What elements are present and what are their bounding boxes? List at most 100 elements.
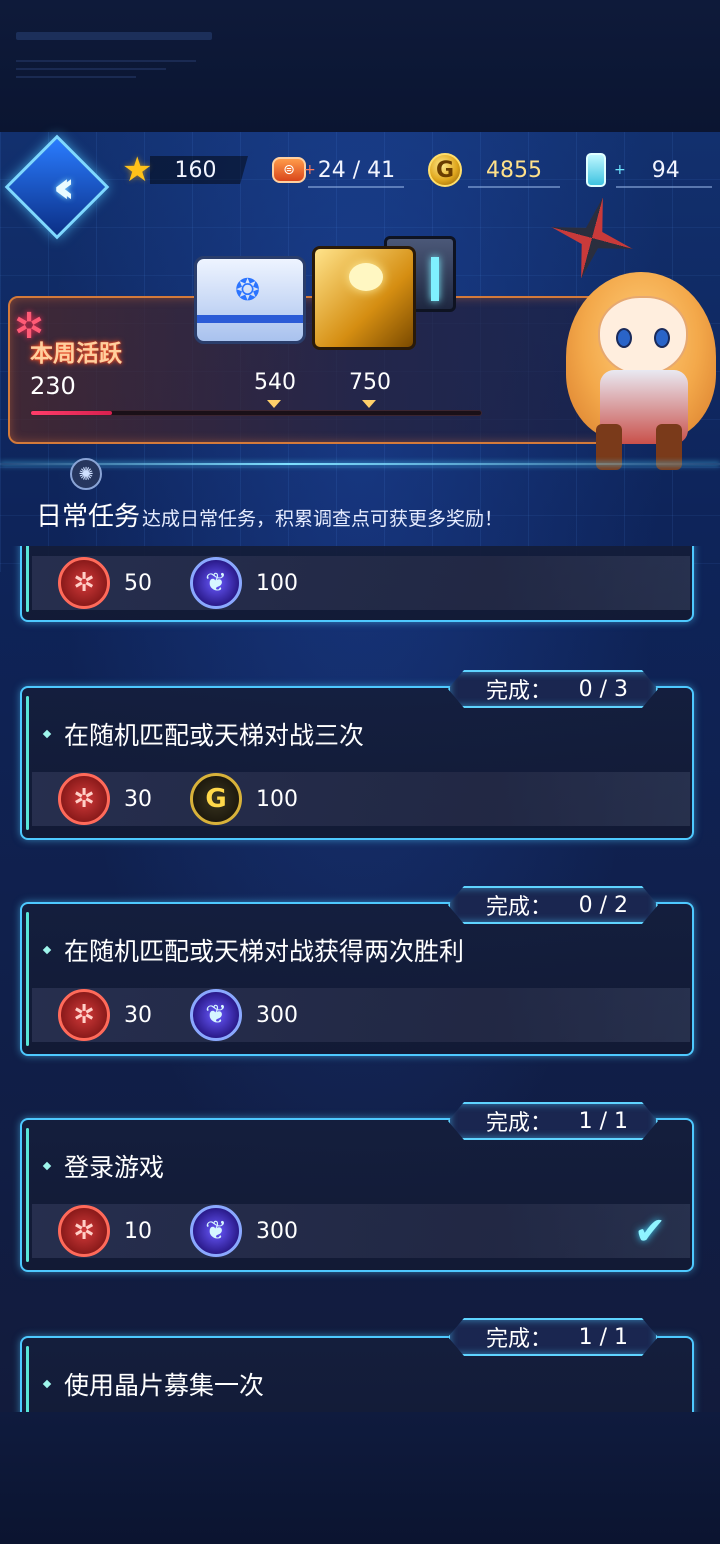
status-value: 0 / 3 — [578, 676, 628, 702]
back-icon[interactable]: ‹‹ — [20, 150, 94, 224]
task-name: 登录游戏 — [64, 1153, 165, 1182]
crystal-icon: ❦ — [190, 557, 242, 609]
reward-strip: ✲ 10 ❦ 300 ✔ — [32, 1204, 690, 1258]
status-value: 1 / 1 — [578, 1108, 628, 1134]
weekly-activity-title: 本周活跃 — [30, 341, 122, 367]
vials-value: 94 — [651, 157, 680, 183]
status-value: 0 / 2 — [578, 892, 628, 918]
gold-coin-icon: G — [190, 773, 242, 825]
task-name: 在随机匹配或天梯对战三次 — [64, 721, 365, 750]
mascot-character — [536, 192, 720, 472]
character-face — [598, 296, 688, 376]
white-reward-chest[interactable]: ❂ — [194, 256, 306, 344]
reward-value: 300 — [256, 1218, 298, 1244]
add-vials-icon[interactable]: + — [614, 162, 626, 178]
task-card: 登录游戏 ✲ 10 ❦ 300 ✔ — [20, 1118, 694, 1272]
reward-item: ✲ 30 — [58, 773, 152, 825]
reward-value: 300 — [256, 1002, 298, 1028]
milestone-label-2: 750 — [349, 370, 391, 395]
task-name-row: 登录游戏 — [42, 1148, 165, 1184]
character-eye — [616, 328, 632, 348]
crystal-icon: ❦ — [190, 989, 242, 1041]
top-decoration-band — [0, 0, 720, 132]
status-tag: 完成： 0 / 3 — [448, 670, 658, 708]
status-label: 完成： — [486, 1111, 553, 1136]
status-tag: 完成： 1 / 1 — [448, 1102, 658, 1140]
reward-value: 100 — [256, 786, 298, 812]
crystal-icon: ❦ — [190, 1205, 242, 1257]
add-tickets-icon[interactable]: + — [304, 162, 316, 178]
task-card: ✲ 50 ❦ 100 — [20, 546, 694, 622]
vials-resource[interactable]: + 94 — [586, 152, 712, 188]
daily-tasks-header: 日常任务 达成日常任务，积累调查点可获更多奖励！ — [36, 496, 503, 533]
task-name-row: 在随机匹配或天梯对战三次 — [42, 716, 365, 752]
star-icon: ★ — [122, 150, 153, 190]
task-name-row: 使用晶片募集一次 — [42, 1366, 265, 1402]
decoration-line — [16, 68, 166, 70]
reward-item: ✲ 30 — [58, 989, 152, 1041]
task-card: 在随机匹配或天梯对战三次 ✲ 30 G 100 — [20, 686, 694, 840]
decoration-bar — [16, 32, 212, 40]
daily-tasks-title: 日常任务 — [36, 502, 141, 532]
activity-icon: ✲ — [58, 557, 110, 609]
bullet-icon — [42, 945, 52, 955]
reward-item: G 100 — [190, 773, 298, 825]
stars-value: 160 — [174, 157, 217, 183]
activity-icon: ✲ — [58, 1205, 110, 1257]
weekly-activity-current: 230 — [30, 372, 76, 400]
bullet-icon — [42, 1379, 52, 1389]
tickets-value: 24 / 41 — [317, 157, 396, 183]
decoration-line — [16, 60, 196, 62]
gold-coin-icon: G — [428, 153, 462, 187]
reward-item: ❦ 300 — [190, 989, 298, 1041]
chest-band — [197, 315, 303, 323]
task-name: 使用晶片募集一次 — [64, 1371, 265, 1400]
activity-icon: ✲ — [58, 773, 110, 825]
tickets-resource[interactable]: ⊜ + 24 / 41 — [272, 152, 404, 188]
reward-strip: ✲ 50 ❦ 100 — [32, 556, 690, 610]
daily-tasks-description: 达成日常任务，积累调查点可获更多奖励！ — [142, 508, 504, 530]
milestone-marker-1 — [267, 400, 281, 408]
reward-value: 50 — [124, 570, 152, 596]
character-eye — [654, 328, 670, 348]
reward-item: ❦ 100 — [190, 557, 298, 609]
task-name-row: 在随机匹配或天梯对战获得两次胜利 — [42, 932, 465, 968]
bullet-icon — [42, 729, 52, 739]
bottom-decoration-band — [0, 1412, 720, 1544]
weekly-activity-panel — [8, 296, 614, 444]
vial-icon — [586, 153, 606, 187]
reward-strip: ✲ 30 ❦ 300 — [32, 988, 690, 1042]
gold-reward-chest[interactable] — [312, 246, 416, 350]
reward-strip: ✲ 30 G 100 — [32, 772, 690, 826]
paw-icon: ❂ — [235, 273, 261, 308]
reward-value: 100 — [256, 570, 298, 596]
ticket-icon: ⊜ — [272, 157, 306, 183]
reward-value: 10 — [124, 1218, 152, 1244]
hud-separator — [0, 456, 720, 472]
chest-glow — [431, 257, 439, 301]
gear-icon: ✺ — [70, 458, 102, 490]
task-name: 在随机匹配或天梯对战获得两次胜利 — [64, 937, 465, 966]
bullet-icon — [42, 1161, 52, 1171]
task-list[interactable]: ✲ 50 ❦ 100 在随机匹配或天梯对战三次 ✲ 30 G 100 完成： 0… — [0, 546, 720, 1412]
reward-item: ✲ 50 — [58, 557, 152, 609]
stars-resource: ★ 160 — [122, 150, 250, 190]
gold-resource: G 4855 — [428, 152, 560, 188]
decoration-line — [16, 76, 136, 78]
status-label: 完成： — [486, 1327, 553, 1352]
status-tag: 完成： 1 / 1 — [448, 1318, 658, 1356]
resource-underline — [468, 186, 560, 188]
reward-item: ✲ 10 — [58, 1205, 152, 1257]
weekly-progress-bar — [30, 410, 482, 416]
status-tag: 完成： 0 / 2 — [448, 886, 658, 924]
resource-underline — [616, 186, 712, 188]
status-label: 完成： — [486, 679, 553, 704]
reward-value: 30 — [124, 1002, 152, 1028]
status-label: 完成： — [486, 895, 553, 920]
status-value: 1 / 1 — [578, 1324, 628, 1350]
milestone-marker-2 — [362, 400, 376, 408]
gold-value: 4855 — [486, 157, 542, 183]
reward-value: 30 — [124, 786, 152, 812]
check-icon: ✔ — [634, 1209, 666, 1253]
chest-core — [349, 263, 383, 291]
